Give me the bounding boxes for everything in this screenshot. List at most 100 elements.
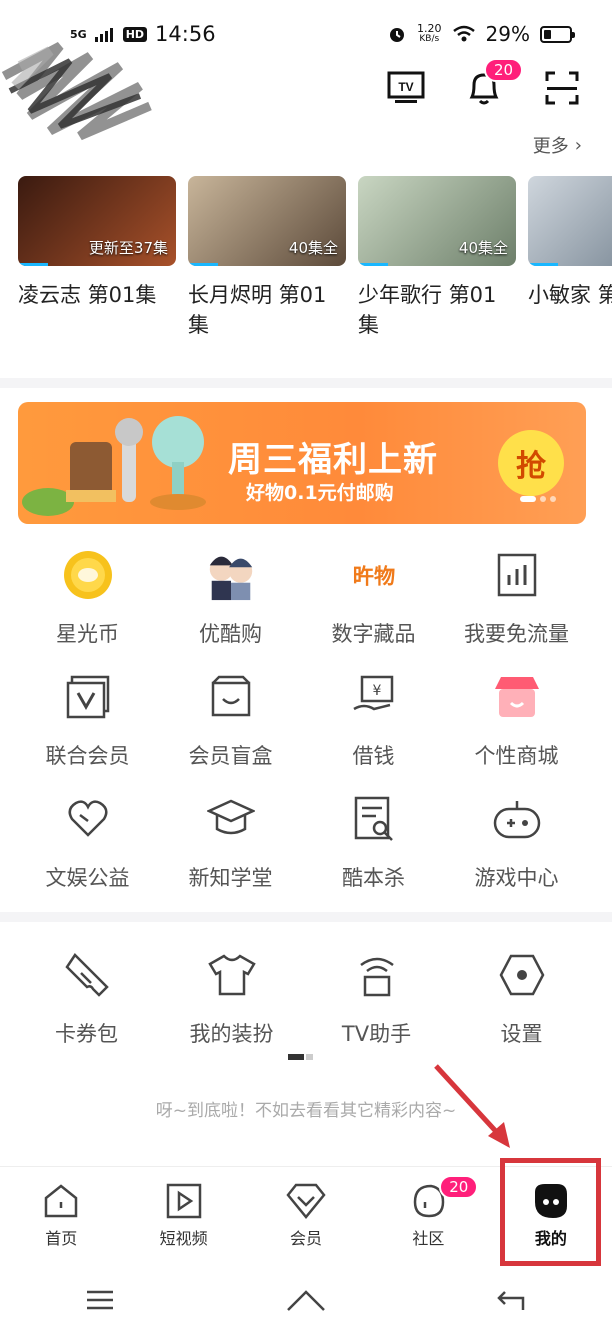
system-navigation [0,1280,612,1319]
watch-progress [528,263,558,266]
promo-banner[interactable]: 周三福利上新 好物0.1元付邮购 抢 [18,402,586,524]
pager-dot [550,496,556,502]
vip-icon [286,1181,326,1221]
battery-percent: 29% [485,22,530,46]
tool-item-ticket[interactable]: 卡券包 [14,940,159,1062]
tab-home[interactable]: 首页 [0,1167,122,1262]
scan-button[interactable] [540,66,584,110]
product-illustration [22,416,206,516]
home-nav-icon[interactable] [286,1288,326,1312]
video-thumbnail: 更新至37集 [18,176,176,266]
home-icon [41,1181,81,1221]
shop-icon [490,668,544,726]
pager-dot [520,496,536,502]
service-item-characters[interactable]: 优酷购 [159,540,302,662]
service-item-label: 新知学堂 [188,866,273,890]
tool-item-shirt[interactable]: 我的装扮 [159,940,304,1062]
service-item-shop[interactable]: 个性商城 [445,662,588,784]
blind-box-icon [204,668,258,726]
tab-label: 短视频 [159,1229,208,1248]
back-icon[interactable] [496,1288,527,1312]
service-item-coin[interactable]: 星光币 [16,540,159,662]
service-item-data[interactable]: 我要免流量 [445,540,588,662]
settings-icon [495,946,549,1004]
video-thumbnail: 40集全 [188,176,346,266]
notification-button[interactable]: 20 [462,58,524,110]
history-card[interactable]: 小敏家 第01集 [528,176,612,340]
clock: 14:56 [155,22,216,46]
annotation-arrow [434,1064,510,1148]
service-item-borrow[interactable]: ¥ 借钱 [302,662,445,784]
service-item-collectible[interactable]: 旿物 数字藏品 [302,540,445,662]
section-divider [0,378,612,388]
video-thumbnail: 40集全 [358,176,516,266]
service-item-label: 个性商城 [474,744,559,768]
svg-text:TV: TV [398,80,413,94]
service-item-label: 数字藏品 [331,622,416,646]
service-item-label: 借钱 [352,744,395,768]
service-item-label: 游戏中心 [474,866,559,890]
episode-label: 更新至37集 [88,239,168,257]
history-card[interactable]: 40集全 长月烬明 第01集 [188,176,346,340]
scan-icon [545,71,579,105]
gamepad-icon [490,790,544,848]
banner-headline: 周三福利上新 [228,440,438,480]
script-icon [347,790,401,848]
battery-fill [544,29,551,39]
tab-short-video[interactable]: 短视频 [122,1167,244,1262]
tv-button[interactable]: TV [384,66,428,110]
tool-item-label: 卡券包 [55,1022,118,1046]
video-title: 凌云志 第01集 [18,283,157,307]
service-item-script[interactable]: 酷本杀 [302,784,445,906]
service-item-graduation[interactable]: 新知学堂 [159,784,302,906]
chevron-right-icon: › [574,134,582,156]
header-actions: TV 20 [384,58,584,110]
alarm-icon [390,28,405,42]
watch-progress [188,263,218,266]
service-item-label: 星光币 [56,622,119,646]
avatar[interactable] [0,36,160,146]
history-card[interactable]: 40集全少年歌行 第01集 [358,176,516,340]
services-grid: 星光币 优酷购 旿物 数字藏品 我要免流量 联合会员 会员盲盒 ¥ 借钱 个性商城 文娱公益 新知学堂… [0,540,612,906]
grab-button[interactable]: 抢 [498,430,564,496]
tool-item-label: 我的装扮 [189,1022,274,1046]
menu-icon[interactable] [85,1289,115,1311]
service-item-charity[interactable]: 文娱公益 [16,784,159,906]
service-item-label: 我要免流量 [464,622,569,646]
service-item-joint-member[interactable]: 联合会员 [16,662,159,784]
tv-icon: TV [387,71,425,103]
banner-subline: 好物0.1元付邮购 [246,482,394,504]
episode-label: 40集全 [458,239,508,257]
tab-community[interactable]: 社区 20 [367,1167,489,1262]
section-divider [0,912,612,922]
battery-icon [540,25,575,43]
characters-icon [204,546,258,604]
net-speed-unit: KB/s [419,34,440,44]
service-item-label: 酷本杀 [342,866,405,890]
watch-progress [18,263,48,266]
status-right: 1.20 KB/s 29% [387,22,575,46]
service-item-label: 优酷购 [199,622,262,646]
tool-item-label: 设置 [500,1022,543,1046]
tool-item-tv-assistant[interactable]: TV助手 [304,940,449,1062]
video-title: 少年歌行 第01集 [358,283,497,337]
svg-text:旿物: 旿物 [352,564,394,590]
tool-item-label: TV助手 [341,1022,412,1046]
history-card[interactable]: 更新至37集凌云志 第01集 [18,176,176,340]
service-item-blind-box[interactable]: 会员盲盒 [159,662,302,784]
annotation-highlight [500,1158,601,1266]
joint-member-icon [61,668,115,726]
tab-vip[interactable]: 会员 [245,1167,367,1262]
tool-item-settings[interactable]: 设置 [449,940,594,1062]
tab-label: 会员 [290,1229,323,1248]
service-item-label: 联合会员 [45,744,130,768]
tools-pager [288,1054,313,1060]
tab-label: 首页 [45,1229,78,1248]
short-video-icon [164,1181,204,1221]
pager-dot [540,496,546,502]
tab-badge: 20 [439,1175,479,1199]
service-item-label: 文娱公益 [45,866,130,890]
more-link[interactable]: 更多 › [533,132,582,158]
service-item-gamepad[interactable]: 游戏中心 [445,784,588,906]
shirt-icon [205,946,259,1004]
